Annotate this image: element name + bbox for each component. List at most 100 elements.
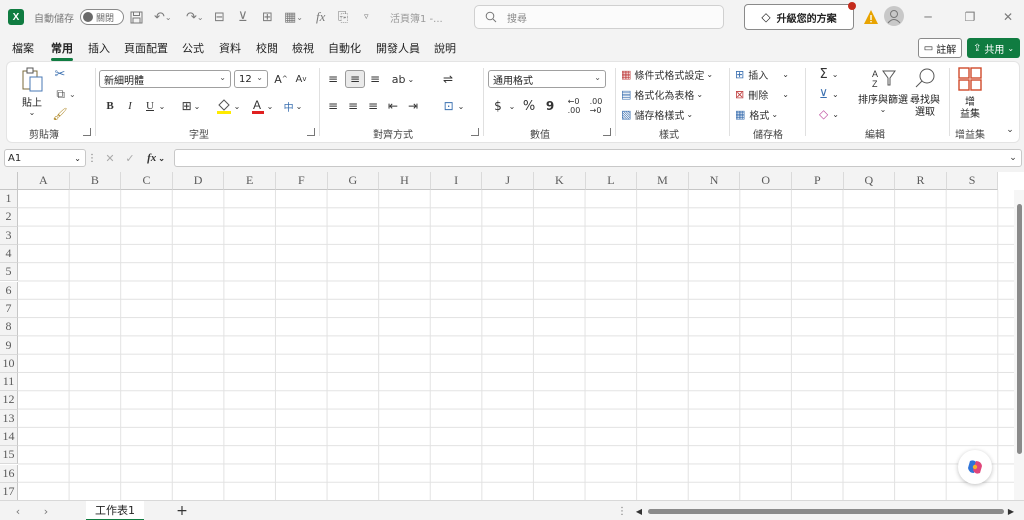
row-header[interactable]: 10 xyxy=(0,354,18,373)
tab-formulas[interactable]: 公式 xyxy=(182,40,204,56)
italic-button[interactable]: I xyxy=(123,98,137,114)
alignment-launcher-icon[interactable] xyxy=(471,128,479,136)
scroll-left-icon[interactable]: ◀ xyxy=(634,505,644,517)
align-middle-icon[interactable]: ≡ xyxy=(345,70,365,88)
tab-help[interactable]: 說明 xyxy=(434,40,456,56)
tab-file[interactable]: 檔案 xyxy=(12,40,34,56)
table-icon[interactable]: ▦ ⌄ xyxy=(284,9,303,25)
column-header[interactable]: K xyxy=(534,172,586,190)
merge-icon[interactable]: ⊞ xyxy=(262,9,273,25)
document-title[interactable]: 活頁簿1 -... xyxy=(390,10,443,25)
ribbon-collapse-icon[interactable]: ⌄ xyxy=(1003,124,1017,136)
scroll-right-icon[interactable]: ▶ xyxy=(1006,505,1016,517)
column-header[interactable]: C xyxy=(121,172,173,190)
qat-customize-icon[interactable]: ▿ xyxy=(364,9,369,25)
sheet-tab-1[interactable]: 工作表1 xyxy=(86,501,144,520)
fill-icon[interactable]: ⊻ ⌄ xyxy=(813,86,845,102)
add-sheet-button[interactable]: + xyxy=(174,503,190,519)
decrease-indent-icon[interactable]: ⇤ xyxy=(385,98,401,114)
chevron-left-icon[interactable]: ‹ xyxy=(12,504,24,518)
document-icon[interactable]: ⎘ xyxy=(338,9,348,25)
clear-icon[interactable]: ◇ ⌄ xyxy=(813,106,845,122)
row-header[interactable]: 16 xyxy=(0,464,18,483)
function-icon[interactable]: fx xyxy=(316,9,325,25)
column-header[interactable]: Q xyxy=(843,172,896,190)
cells-area[interactable] xyxy=(18,190,1014,500)
column-header[interactable]: G xyxy=(327,172,380,190)
align-left-icon[interactable]: ≡ xyxy=(325,98,341,114)
cancel-icon[interactable]: ✕ xyxy=(102,150,118,166)
comma-button[interactable]: 9 xyxy=(543,98,557,114)
worksheet-grid[interactable]: ABCDEFGHIJKLMNOPQRS 1 2 3 4 5 6 7 8 9 10 11 12 13 14 1… xyxy=(0,172,1024,500)
bold-button[interactable]: B xyxy=(103,98,117,114)
paste-dropdown-icon[interactable]: ⌄ xyxy=(25,107,39,117)
autosave-toggle[interactable]: 關閉 xyxy=(80,9,124,25)
merge-center-icon[interactable]: ⊡ ⌄ xyxy=(437,98,471,114)
row-header[interactable]: 6 xyxy=(0,281,18,300)
find-select-label-2[interactable]: 選取 xyxy=(905,104,945,118)
redo-icon[interactable]: ↷ ⌄ xyxy=(186,9,204,25)
currency-dropdown-icon[interactable]: ⌄ xyxy=(507,100,517,112)
addins-label-2[interactable]: 益集 xyxy=(955,106,985,120)
sort-filter-label[interactable]: 排序與篩選 xyxy=(853,92,913,106)
currency-button[interactable]: $ xyxy=(491,98,505,114)
number-launcher-icon[interactable] xyxy=(603,128,611,136)
name-box[interactable]: A1 ⌄ xyxy=(4,149,86,167)
search-box[interactable]: 搜尋 xyxy=(474,5,724,29)
autosum-icon[interactable]: Σ ⌄ xyxy=(813,66,845,82)
sort-dropdown-icon[interactable]: ⌄ xyxy=(877,104,889,114)
copy-icon[interactable]: ⧉ ⌄ xyxy=(51,86,81,102)
row-header[interactable]: 13 xyxy=(0,409,18,428)
vertical-scroll-thumb[interactable] xyxy=(1017,204,1022,454)
row-header[interactable]: 7 xyxy=(0,299,18,319)
save-icon[interactable] xyxy=(130,9,143,25)
delete-cells-button[interactable]: ⊠ 刪除 ⌄ xyxy=(735,86,799,102)
comments-button[interactable]: ▭ 註解 xyxy=(918,38,962,58)
row-header[interactable]: 15 xyxy=(0,446,18,465)
row-header[interactable]: 5 xyxy=(0,263,18,282)
column-header[interactable]: M xyxy=(637,172,689,190)
column-header[interactable]: I xyxy=(430,172,483,190)
expand-formula-icon[interactable]: ⌄ xyxy=(1006,150,1020,166)
share-button[interactable]: ⇪ 共用 ⌄ xyxy=(967,38,1020,58)
restore-icon[interactable]: ❐ xyxy=(960,9,980,25)
tab-data[interactable]: 資料 xyxy=(219,40,241,56)
row-header[interactable]: 11 xyxy=(0,373,18,392)
font-launcher-icon[interactable] xyxy=(307,128,315,136)
underline-dropdown-icon[interactable]: ⌄ xyxy=(157,100,167,112)
paste-label[interactable]: 貼上 xyxy=(19,95,45,109)
column-header[interactable]: F xyxy=(276,172,328,190)
warning-icon[interactable] xyxy=(863,9,879,25)
tab-home[interactable]: 常用 xyxy=(51,40,73,61)
column-header[interactable]: P xyxy=(792,172,844,190)
align-right-icon[interactable]: ≡ xyxy=(365,98,381,114)
format-painter-icon[interactable]: 🖌 xyxy=(51,106,69,122)
column-header[interactable]: D xyxy=(172,172,225,190)
increase-font-icon[interactable]: A ^ xyxy=(273,70,289,88)
column-header[interactable]: L xyxy=(585,172,638,190)
decrease-decimal-icon[interactable]: .00 →0 xyxy=(587,97,605,115)
tab-review[interactable]: 校閱 xyxy=(256,40,278,56)
conditional-formatting-button[interactable]: ▦ 條件式格式設定 ⌄ xyxy=(621,66,721,82)
tab-developer[interactable]: 開發人員 xyxy=(376,40,420,56)
upgrade-button[interactable]: ◇ 升級您的方案 xyxy=(744,2,856,30)
row-header[interactable]: 9 xyxy=(0,336,18,355)
more-options-icon[interactable]: ⋮ xyxy=(617,504,627,518)
font-name-select[interactable]: 新細明體 ⌄ xyxy=(99,70,231,88)
align-bottom-icon[interactable]: ≡ xyxy=(367,70,383,88)
row-header[interactable]: 3 xyxy=(0,226,18,245)
column-header[interactable]: B xyxy=(69,172,122,190)
insert-icon[interactable]: ⊻ xyxy=(238,9,248,25)
column-header[interactable]: A xyxy=(18,172,70,190)
addins-icon[interactable] xyxy=(957,66,983,92)
format-as-table-button[interactable]: ▤ 格式化為表格 ⌄ xyxy=(621,86,721,102)
column-header[interactable]: N xyxy=(688,172,741,190)
row-header[interactable]: 2 xyxy=(0,208,18,227)
chevron-right-icon[interactable]: › xyxy=(40,504,52,518)
fill-color-icon[interactable]: ⌄ xyxy=(213,96,243,116)
tab-insert[interactable]: 插入 xyxy=(88,40,110,56)
tab-automate[interactable]: 自動化 xyxy=(328,40,361,56)
format-cells-button[interactable]: ▦ 格式 ⌄ xyxy=(735,106,799,122)
formula-input[interactable] xyxy=(174,149,1022,167)
column-header[interactable]: S xyxy=(946,172,999,190)
